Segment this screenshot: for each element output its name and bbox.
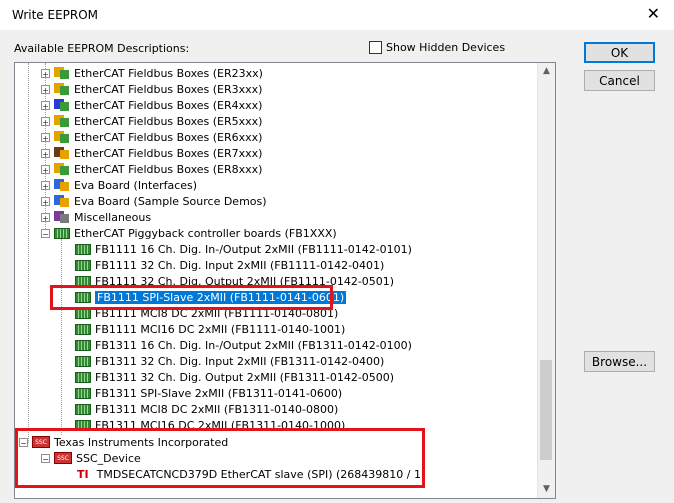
expand-icon[interactable]: + xyxy=(41,132,50,143)
board-icon xyxy=(75,339,91,351)
tree-node-group[interactable]: + Eva Board (Interfaces) xyxy=(41,177,197,193)
tree-node-label: FB1311 16 Ch. Dig. In-/Output 2xMII (FB1… xyxy=(95,338,412,352)
tree-node-label: EtherCAT Fieldbus Boxes (ER23xx) xyxy=(74,66,263,80)
tree-node-label: EtherCAT Fieldbus Boxes (ER7xxx) xyxy=(74,146,263,160)
tree-node-board[interactable]: FB1311 32 Ch. Dig. Input 2xMII (FB1311-0… xyxy=(75,353,384,369)
expand-icon[interactable]: + xyxy=(41,180,50,191)
tree-node-board[interactable]: FB1311 32 Ch. Dig. Output 2xMII (FB1311-… xyxy=(75,369,394,385)
available-descriptions-label: Available EEPROM Descriptions: xyxy=(14,42,190,55)
tree-node-group[interactable]: + EtherCAT Fieldbus Boxes (ER23xx) xyxy=(41,65,263,81)
expand-icon[interactable]: + xyxy=(41,196,50,207)
device-group-icon xyxy=(54,178,70,192)
expand-icon[interactable]: + xyxy=(41,84,50,95)
tree-node-piggyback[interactable]: − EtherCAT Piggyback controller boards (… xyxy=(41,225,337,241)
tree-node-label: FB1111 MCI16 DC 2xMII (FB1111-0140-1001) xyxy=(95,322,346,336)
device-group-icon xyxy=(54,194,70,208)
tree-node-label: FB1111 16 Ch. Dig. In-/Output 2xMII (FB1… xyxy=(95,242,412,256)
device-group-icon xyxy=(54,66,70,80)
ok-button[interactable]: OK xyxy=(584,42,655,63)
tree-node-label: FB1311 MCI8 DC 2xMII (FB1311-0140-0800) xyxy=(95,402,339,416)
browse-button[interactable]: Browse... xyxy=(584,351,655,372)
vertical-scrollbar[interactable]: ▲ ▼ xyxy=(537,63,555,498)
cancel-button[interactable]: Cancel xyxy=(584,70,655,91)
expand-icon[interactable]: + xyxy=(41,164,50,175)
tree-node-group[interactable]: + Eva Board (Sample Source Demos) xyxy=(41,193,267,209)
tree-node-label: EtherCAT Fieldbus Boxes (ER4xxx) xyxy=(74,98,263,112)
tree-node-board[interactable]: FB1111 MCI16 DC 2xMII (FB1111-0140-1001) xyxy=(75,321,345,337)
device-group-icon xyxy=(54,146,70,160)
board-icon xyxy=(54,227,70,239)
device-group-icon xyxy=(54,82,70,96)
board-icon xyxy=(75,243,91,255)
tree-node-label: Eva Board (Interfaces) xyxy=(74,178,198,192)
expand-icon[interactable]: + xyxy=(41,116,50,127)
scroll-down-icon[interactable]: ▼ xyxy=(538,481,555,498)
tree-node-label: Eva Board (Sample Source Demos) xyxy=(74,194,267,208)
show-hidden-devices-label: Show Hidden Devices xyxy=(386,41,506,54)
show-hidden-devices-checkbox[interactable]: Show Hidden Devices xyxy=(369,41,505,54)
board-icon xyxy=(75,323,91,335)
tree-node-label: FB1311 SPI-Slave 2xMII (FB1311-0141-0600… xyxy=(95,386,343,400)
tree-node-board[interactable]: FB1311 SPI-Slave 2xMII (FB1311-0141-0600… xyxy=(75,385,342,401)
tree-node-label: EtherCAT Fieldbus Boxes (ER8xxx) xyxy=(74,162,263,176)
expand-icon[interactable]: + xyxy=(41,212,50,223)
window-title: Write EEPROM xyxy=(12,8,99,22)
tree-node-group[interactable]: + EtherCAT Fieldbus Boxes (ER7xxx) xyxy=(41,145,262,161)
tree-node-label: EtherCAT Fieldbus Boxes (ER5xxx) xyxy=(74,114,263,128)
board-icon xyxy=(75,387,91,399)
device-group-icon xyxy=(54,114,70,128)
tree-node-label: EtherCAT Piggyback controller boards (FB… xyxy=(74,226,337,240)
device-group-icon xyxy=(54,162,70,176)
device-group-icon xyxy=(54,210,70,224)
expand-icon[interactable]: + xyxy=(41,68,50,79)
tree-node-group[interactable]: + EtherCAT Fieldbus Boxes (ER4xxx) xyxy=(41,97,262,113)
tree-node-label: FB1111 32 Ch. Dig. Input 2xMII (FB1111-0… xyxy=(95,258,385,272)
title-bar: Write EEPROM ✕ xyxy=(0,0,674,30)
close-icon[interactable]: ✕ xyxy=(647,4,660,23)
highlight-box-ti-device xyxy=(15,428,425,488)
board-icon xyxy=(75,259,91,271)
tree-node-board[interactable]: FB1311 MCI8 DC 2xMII (FB1311-0140-0800) xyxy=(75,401,338,417)
scrollbar-thumb[interactable] xyxy=(540,360,552,460)
device-group-icon xyxy=(54,130,70,144)
tree-node-label: FB1311 32 Ch. Dig. Input 2xMII (FB1311-0… xyxy=(95,354,385,368)
tree-node-board[interactable]: FB1311 16 Ch. Dig. In-/Output 2xMII (FB1… xyxy=(75,337,412,353)
highlight-box-selected-board xyxy=(50,285,333,310)
tree-node-group[interactable]: + EtherCAT Fieldbus Boxes (ER3xxx) xyxy=(41,81,262,97)
eeprom-tree[interactable]: + EtherCAT Fieldbus Boxes (ER23xx) + EtherC… xyxy=(14,62,556,499)
tree-node-label: EtherCAT Fieldbus Boxes (ER3xxx) xyxy=(74,82,263,96)
tree-node-board[interactable]: FB1111 32 Ch. Dig. Input 2xMII (FB1111-0… xyxy=(75,257,384,273)
tree-node-group[interactable]: + EtherCAT Fieldbus Boxes (ER5xxx) xyxy=(41,113,262,129)
collapse-icon[interactable]: − xyxy=(41,228,50,239)
device-group-icon xyxy=(54,98,70,112)
board-icon xyxy=(75,355,91,367)
board-icon xyxy=(75,403,91,415)
tree-node-label: FB1311 32 Ch. Dig. Output 2xMII (FB1311-… xyxy=(95,370,395,384)
scroll-up-icon[interactable]: ▲ xyxy=(538,63,555,80)
expand-icon[interactable]: + xyxy=(41,148,50,159)
expand-icon[interactable]: + xyxy=(41,100,50,111)
board-icon xyxy=(75,371,91,383)
tree-node-label: Miscellaneous xyxy=(74,210,152,224)
tree-node-group[interactable]: + Miscellaneous xyxy=(41,209,151,225)
checkbox-box[interactable] xyxy=(369,41,382,54)
tree-node-group[interactable]: + EtherCAT Fieldbus Boxes (ER6xxx) xyxy=(41,129,262,145)
tree-node-label: EtherCAT Fieldbus Boxes (ER6xxx) xyxy=(74,130,263,144)
tree-node-group[interactable]: + EtherCAT Fieldbus Boxes (ER8xxx) xyxy=(41,161,262,177)
tree-node-board[interactable]: FB1111 16 Ch. Dig. In-/Output 2xMII (FB1… xyxy=(75,241,412,257)
